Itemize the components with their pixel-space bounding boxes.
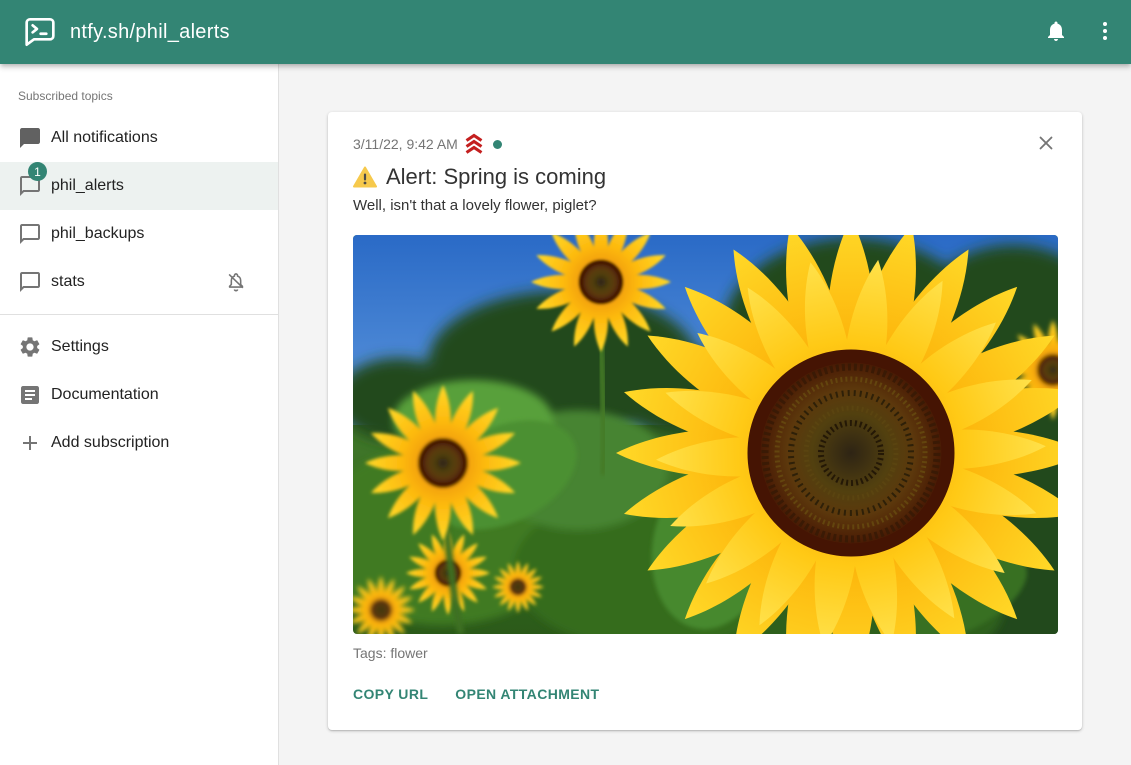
notification-card: 3/11/22, 9:42 AM <box>328 112 1082 730</box>
warning-triangle-icon <box>353 166 377 188</box>
notification-timestamp: 3/11/22, 9:42 AM <box>353 134 458 154</box>
sidebar-item-label: stats <box>51 270 85 294</box>
chat-bubble-outline-icon <box>18 222 42 246</box>
content-area: Subscribed topics All notifications 1 ph… <box>0 64 1131 765</box>
gear-icon <box>18 335 42 359</box>
priority-max-icon <box>462 133 486 155</box>
sidebar-item-phil-alerts[interactable]: 1 phil_alerts <box>0 162 278 210</box>
sidebar-item-documentation[interactable]: Documentation <box>0 371 278 419</box>
notification-title: Alert: Spring is coming <box>386 163 606 191</box>
notifications-off-icon <box>224 270 248 294</box>
plus-icon <box>18 431 42 455</box>
chat-bubble-filled-icon <box>18 126 42 150</box>
app-header: ntfy.sh/phil_alerts <box>0 0 1131 64</box>
sidebar-item-stats[interactable]: stats <box>0 258 278 306</box>
sidebar-item-label: Documentation <box>51 383 159 407</box>
sidebar-item-settings[interactable]: Settings <box>0 323 278 371</box>
sidebar-item-all-notifications[interactable]: All notifications <box>0 114 278 162</box>
main-area: 3/11/22, 9:42 AM <box>279 64 1131 765</box>
sidebar-divider <box>0 314 278 315</box>
open-attachment-button[interactable]: OPEN ATTACHMENT <box>455 682 599 706</box>
sidebar-item-add-subscription[interactable]: Add subscription <box>0 419 278 467</box>
sidebar-item-label: Add subscription <box>51 431 169 455</box>
bell-icon <box>1044 19 1068 46</box>
sidebar-item-label: All notifications <box>51 126 158 150</box>
copy-url-button[interactable]: COPY URL <box>353 682 428 706</box>
unread-dot <box>493 140 502 149</box>
notification-title-row: Alert: Spring is coming <box>353 163 1058 191</box>
sidebar-item-label: phil_alerts <box>51 174 124 198</box>
header-actions <box>1044 20 1117 44</box>
notification-tags: Tags: flower <box>353 645 1058 661</box>
ntfy-logo-icon <box>24 17 56 47</box>
unread-count-badge: 1 <box>28 162 47 181</box>
notification-meta: 3/11/22, 9:42 AM <box>353 133 1058 155</box>
close-icon <box>1035 132 1057 157</box>
chat-bubble-outline-icon <box>18 270 42 294</box>
sidebar-subheader: Subscribed topics <box>0 64 278 114</box>
page-title: ntfy.sh/phil_alerts <box>70 21 1044 44</box>
close-notification-button[interactable] <box>1032 130 1060 158</box>
sidebar-item-label: phil_backups <box>51 222 144 246</box>
chat-bubble-outline-icon: 1 <box>18 174 42 198</box>
notification-actions: COPY URL OPEN ATTACHMENT <box>353 682 1058 706</box>
ntfy-app: ntfy.sh/phil_alerts Subscribed t <box>0 0 1131 765</box>
attachment-image[interactable] <box>353 235 1058 634</box>
sidebar: Subscribed topics All notifications 1 ph… <box>0 64 279 765</box>
sidebar-item-phil-backups[interactable]: phil_backups <box>0 210 278 258</box>
sidebar-item-label: Settings <box>51 335 109 359</box>
notification-body: Well, isn't that a lovely flower, piglet… <box>353 196 1058 216</box>
notifications-button[interactable] <box>1044 20 1068 44</box>
article-icon <box>18 383 42 407</box>
kebab-menu-icon <box>1093 19 1117 46</box>
overflow-menu-button[interactable] <box>1093 20 1117 44</box>
